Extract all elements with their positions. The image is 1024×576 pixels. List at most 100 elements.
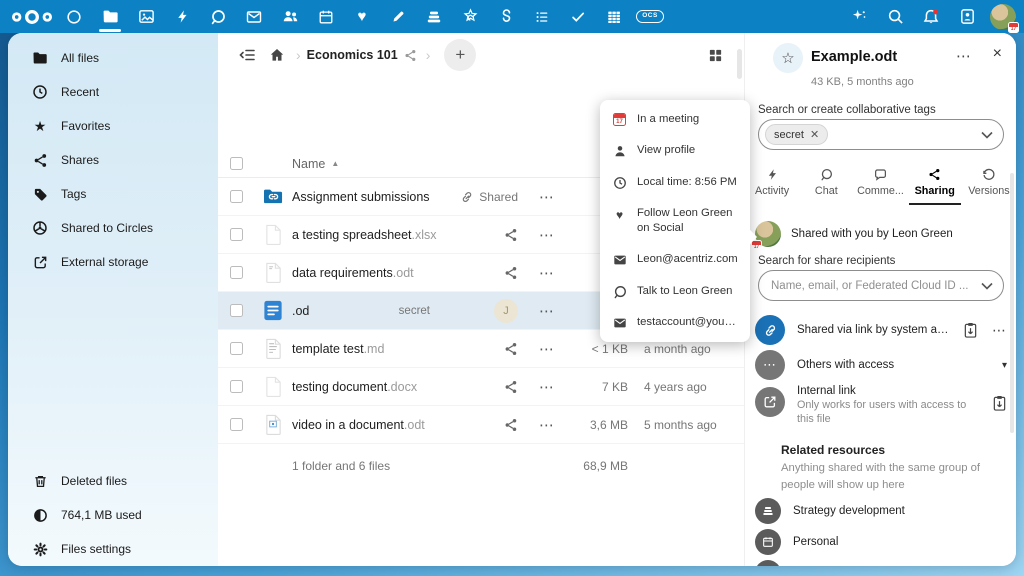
photos-icon[interactable]: [128, 0, 164, 33]
menu-item-meeting-status[interactable]: 17 In a meeting: [600, 104, 750, 135]
sidebar-item-all-files[interactable]: All files: [8, 41, 218, 75]
link-share-actions-icon[interactable]: ⋯: [992, 322, 1007, 339]
sharer-avatar[interactable]: 17: [755, 221, 781, 247]
sidebar-item-deleted-files[interactable]: Deleted files: [8, 464, 218, 498]
details-actions-icon[interactable]: ⋯: [956, 47, 972, 65]
sidebar-item-tags[interactable]: Tags: [8, 177, 218, 211]
sidebar-item-recent[interactable]: Recent: [8, 75, 218, 109]
calendar-icon[interactable]: [308, 0, 344, 33]
files-icon[interactable]: [92, 0, 128, 33]
menu-item-local-time[interactable]: Local time: 8:56 PM: [600, 167, 750, 198]
share-action[interactable]: [434, 266, 530, 280]
related-resource-item[interactable]: Strategy development: [755, 498, 905, 524]
close-icon[interactable]: ×: [993, 45, 1002, 63]
tables-icon[interactable]: [596, 0, 632, 33]
sidebar-item-shared-to-circles[interactable]: Shared to Circles: [8, 211, 218, 245]
related-resource-item[interactable]: Personal: [755, 529, 838, 555]
row-checkbox[interactable]: [230, 266, 243, 279]
row-checkbox[interactable]: [230, 342, 243, 355]
row-actions-icon[interactable]: ⋯: [530, 302, 564, 320]
share-recipient-input[interactable]: [771, 280, 981, 292]
row-actions-icon[interactable]: ⋯: [530, 264, 564, 282]
menu-item-email[interactable]: Leon@acentriz.com: [600, 244, 750, 275]
remove-tag-icon[interactable]: ✕: [810, 128, 819, 141]
expand-caret-icon[interactable]: ▾: [1002, 360, 1007, 371]
dashboard-icon[interactable]: [56, 0, 92, 33]
row-actions-icon[interactable]: ⋯: [530, 378, 564, 396]
collapse-sidebar-icon[interactable]: [232, 40, 262, 70]
share-action[interactable]: [434, 380, 530, 394]
tab-chat[interactable]: Chat: [799, 161, 853, 205]
notes-icon[interactable]: [380, 0, 416, 33]
new-file-button[interactable]: +: [444, 39, 476, 71]
sharee-avatar[interactable]: J: [434, 299, 530, 323]
file-row[interactable]: video in a document.odt ⋯ 3,6 MB 5 month…: [218, 406, 744, 444]
share-recipient-field[interactable]: [758, 270, 1004, 301]
row-actions-icon[interactable]: ⋯: [530, 416, 564, 434]
internal-link-row[interactable]: Internal link Only works for users with …: [755, 385, 1007, 426]
row-checkbox[interactable]: [230, 380, 243, 393]
row-checkbox[interactable]: [230, 228, 243, 241]
summary-size: 68,9 MB: [564, 459, 628, 473]
menu-item-follow-social[interactable]: ♥ Follow Leon Green on Social: [600, 198, 750, 245]
file-row[interactable]: testing document.docx ⋯ 7 KB 4 years ago: [218, 368, 744, 406]
mail-icon[interactable]: [236, 0, 272, 33]
related-resource-item[interactable]: Personal: [755, 560, 838, 566]
talk-icon[interactable]: [200, 0, 236, 33]
favorite-star-icon[interactable]: ☆: [773, 43, 803, 73]
assistant-icon[interactable]: [841, 0, 877, 33]
folder-shared-indicator-icon[interactable]: [400, 40, 422, 70]
tab-activity[interactable]: Activity: [745, 161, 799, 205]
shared-by-text: Shared with you by Leon Green: [791, 228, 953, 240]
chevron-down-icon[interactable]: [981, 131, 993, 139]
select-all-checkbox[interactable]: [230, 157, 243, 170]
tab-versions[interactable]: Versions: [962, 161, 1016, 205]
share-action[interactable]: [434, 418, 530, 432]
contacts-menu-icon[interactable]: [949, 0, 985, 33]
shared-status[interactable]: Shared: [434, 190, 530, 204]
sidebar-item-external-storage[interactable]: External storage: [8, 245, 218, 279]
breadcrumb-folder[interactable]: Economics 101: [305, 48, 400, 62]
activity-icon[interactable]: [164, 0, 200, 33]
row-checkbox[interactable]: [230, 190, 243, 203]
tab-sharing[interactable]: Sharing: [908, 161, 962, 205]
sidebar-item-files-settings[interactable]: Files settings: [8, 532, 218, 566]
copy-internal-link-icon[interactable]: [992, 395, 1007, 412]
row-actions-icon[interactable]: ⋯: [530, 226, 564, 244]
link-share-row[interactable]: Shared via link by system adm... ⋯: [755, 315, 1007, 345]
sidebar-item-favorites[interactable]: ★ Favorites: [8, 109, 218, 143]
notifications-bell-icon[interactable]: [913, 0, 949, 33]
sidebar-item-shares[interactable]: Shares: [8, 143, 218, 177]
tag-chip[interactable]: secret✕: [765, 124, 828, 145]
row-actions-icon[interactable]: ⋯: [530, 340, 564, 358]
others-with-access-row[interactable]: ⋯ Others with access ▾: [755, 350, 1007, 380]
approve-check-icon[interactable]: [560, 0, 596, 33]
tasks-icon[interactable]: [524, 0, 560, 33]
s-app-icon[interactable]: [488, 0, 524, 33]
nextcloud-logo-icon[interactable]: [10, 0, 56, 33]
chevron-down-icon[interactable]: [981, 282, 993, 290]
home-icon[interactable]: [262, 40, 292, 70]
contacts-icon[interactable]: [272, 0, 308, 33]
user-avatar[interactable]: 17: [990, 4, 1016, 30]
menu-item-view-profile[interactable]: View profile: [600, 135, 750, 166]
grid-view-toggle-icon[interactable]: [700, 40, 730, 70]
copy-link-icon[interactable]: [963, 322, 978, 339]
row-actions-icon[interactable]: ⋯: [530, 188, 564, 206]
file-list-scrollbar[interactable]: [737, 49, 742, 79]
details-scrollbar[interactable]: [1010, 173, 1014, 433]
share-action[interactable]: [434, 342, 530, 356]
menu-item-talk[interactable]: Talk to Leon Green: [600, 276, 750, 307]
heart-icon[interactable]: ♥: [344, 0, 380, 33]
row-checkbox[interactable]: [230, 304, 243, 317]
deck-icon[interactable]: [416, 0, 452, 33]
row-checkbox[interactable]: [230, 418, 243, 431]
tags-input[interactable]: secret✕: [758, 119, 1004, 150]
search-icon[interactable]: [877, 0, 913, 33]
menu-item-email-alt[interactable]: testaccount@yourit....: [600, 307, 750, 338]
tab-comments[interactable]: Comme...: [853, 161, 907, 205]
sidebar-item-quota[interactable]: 764,1 MB used: [8, 498, 218, 532]
ocs-app-icon[interactable]: OCS: [632, 0, 668, 33]
share-action[interactable]: [434, 228, 530, 242]
collectives-icon[interactable]: [452, 0, 488, 33]
